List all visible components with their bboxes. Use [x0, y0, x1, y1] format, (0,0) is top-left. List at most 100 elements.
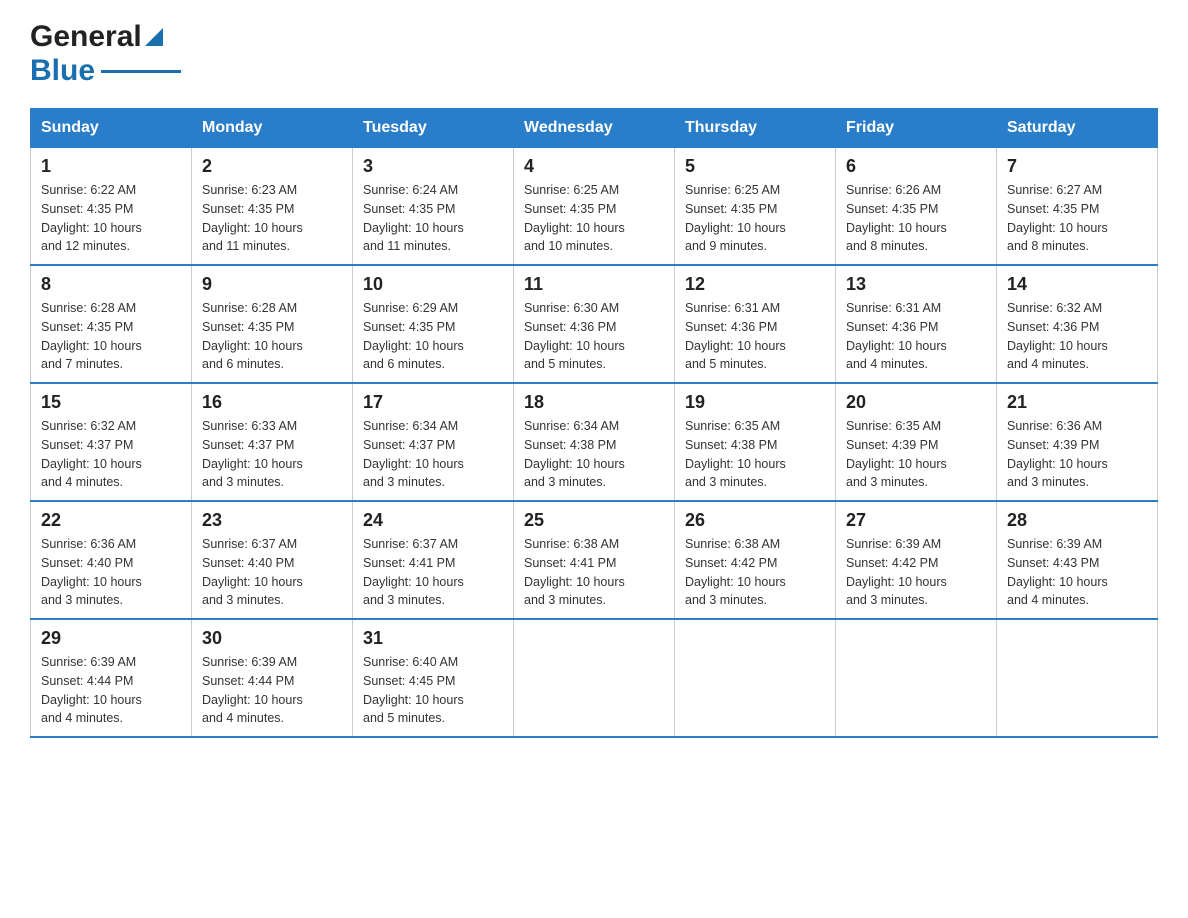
day-info: Sunrise: 6:27 AMSunset: 4:35 PMDaylight:… — [1007, 183, 1108, 253]
calendar-cell: 26 Sunrise: 6:38 AMSunset: 4:42 PMDaylig… — [675, 501, 836, 619]
day-number: 30 — [202, 628, 342, 649]
day-number: 14 — [1007, 274, 1147, 295]
day-number: 5 — [685, 156, 825, 177]
day-number: 11 — [524, 274, 664, 295]
calendar-cell: 28 Sunrise: 6:39 AMSunset: 4:43 PMDaylig… — [997, 501, 1158, 619]
day-info: Sunrise: 6:39 AMSunset: 4:44 PMDaylight:… — [202, 655, 303, 725]
calendar-cell: 6 Sunrise: 6:26 AMSunset: 4:35 PMDayligh… — [836, 148, 997, 266]
calendar-cell: 13 Sunrise: 6:31 AMSunset: 4:36 PMDaylig… — [836, 265, 997, 383]
logo-triangle-icon — [145, 28, 163, 51]
day-info: Sunrise: 6:34 AMSunset: 4:37 PMDaylight:… — [363, 419, 464, 489]
day-info: Sunrise: 6:28 AMSunset: 4:35 PMDaylight:… — [202, 301, 303, 371]
calendar-cell: 11 Sunrise: 6:30 AMSunset: 4:36 PMDaylig… — [514, 265, 675, 383]
day-info: Sunrise: 6:35 AMSunset: 4:38 PMDaylight:… — [685, 419, 786, 489]
calendar-cell: 31 Sunrise: 6:40 AMSunset: 4:45 PMDaylig… — [353, 619, 514, 737]
col-header-friday: Friday — [836, 109, 997, 148]
col-header-tuesday: Tuesday — [353, 109, 514, 148]
calendar-cell: 27 Sunrise: 6:39 AMSunset: 4:42 PMDaylig… — [836, 501, 997, 619]
day-info: Sunrise: 6:32 AMSunset: 4:36 PMDaylight:… — [1007, 301, 1108, 371]
day-info: Sunrise: 6:25 AMSunset: 4:35 PMDaylight:… — [524, 183, 625, 253]
day-info: Sunrise: 6:26 AMSunset: 4:35 PMDaylight:… — [846, 183, 947, 253]
day-info: Sunrise: 6:30 AMSunset: 4:36 PMDaylight:… — [524, 301, 625, 371]
calendar-cell: 1 Sunrise: 6:22 AMSunset: 4:35 PMDayligh… — [31, 148, 192, 266]
calendar-cell — [997, 619, 1158, 737]
logo-blue-text: Blue — [30, 54, 95, 88]
calendar-week-row: 22 Sunrise: 6:36 AMSunset: 4:40 PMDaylig… — [31, 501, 1158, 619]
day-number: 3 — [363, 156, 503, 177]
logo-general-text: General — [30, 20, 142, 54]
calendar-cell: 12 Sunrise: 6:31 AMSunset: 4:36 PMDaylig… — [675, 265, 836, 383]
page-header: General Blue — [30, 20, 1158, 88]
day-info: Sunrise: 6:35 AMSunset: 4:39 PMDaylight:… — [846, 419, 947, 489]
day-number: 13 — [846, 274, 986, 295]
day-number: 10 — [363, 274, 503, 295]
calendar-cell: 18 Sunrise: 6:34 AMSunset: 4:38 PMDaylig… — [514, 383, 675, 501]
day-number: 26 — [685, 510, 825, 531]
calendar-cell: 5 Sunrise: 6:25 AMSunset: 4:35 PMDayligh… — [675, 148, 836, 266]
calendar-week-row: 1 Sunrise: 6:22 AMSunset: 4:35 PMDayligh… — [31, 148, 1158, 266]
calendar-cell: 24 Sunrise: 6:37 AMSunset: 4:41 PMDaylig… — [353, 501, 514, 619]
day-info: Sunrise: 6:31 AMSunset: 4:36 PMDaylight:… — [685, 301, 786, 371]
calendar-cell — [514, 619, 675, 737]
day-info: Sunrise: 6:38 AMSunset: 4:41 PMDaylight:… — [524, 537, 625, 607]
day-info: Sunrise: 6:40 AMSunset: 4:45 PMDaylight:… — [363, 655, 464, 725]
calendar-table: SundayMondayTuesdayWednesdayThursdayFrid… — [30, 108, 1158, 738]
calendar-cell: 19 Sunrise: 6:35 AMSunset: 4:38 PMDaylig… — [675, 383, 836, 501]
day-number: 16 — [202, 392, 342, 413]
day-number: 29 — [41, 628, 181, 649]
calendar-cell: 7 Sunrise: 6:27 AMSunset: 4:35 PMDayligh… — [997, 148, 1158, 266]
col-header-saturday: Saturday — [997, 109, 1158, 148]
calendar-cell: 22 Sunrise: 6:36 AMSunset: 4:40 PMDaylig… — [31, 501, 192, 619]
day-info: Sunrise: 6:37 AMSunset: 4:41 PMDaylight:… — [363, 537, 464, 607]
day-number: 24 — [363, 510, 503, 531]
day-number: 22 — [41, 510, 181, 531]
day-info: Sunrise: 6:32 AMSunset: 4:37 PMDaylight:… — [41, 419, 142, 489]
day-number: 18 — [524, 392, 664, 413]
col-header-thursday: Thursday — [675, 109, 836, 148]
calendar-cell: 15 Sunrise: 6:32 AMSunset: 4:37 PMDaylig… — [31, 383, 192, 501]
calendar-cell: 8 Sunrise: 6:28 AMSunset: 4:35 PMDayligh… — [31, 265, 192, 383]
col-header-sunday: Sunday — [31, 109, 192, 148]
day-number: 1 — [41, 156, 181, 177]
calendar-cell: 3 Sunrise: 6:24 AMSunset: 4:35 PMDayligh… — [353, 148, 514, 266]
day-info: Sunrise: 6:24 AMSunset: 4:35 PMDaylight:… — [363, 183, 464, 253]
calendar-cell: 17 Sunrise: 6:34 AMSunset: 4:37 PMDaylig… — [353, 383, 514, 501]
day-info: Sunrise: 6:36 AMSunset: 4:40 PMDaylight:… — [41, 537, 142, 607]
day-info: Sunrise: 6:36 AMSunset: 4:39 PMDaylight:… — [1007, 419, 1108, 489]
day-number: 28 — [1007, 510, 1147, 531]
day-info: Sunrise: 6:25 AMSunset: 4:35 PMDaylight:… — [685, 183, 786, 253]
day-info: Sunrise: 6:34 AMSunset: 4:38 PMDaylight:… — [524, 419, 625, 489]
day-number: 9 — [202, 274, 342, 295]
day-number: 25 — [524, 510, 664, 531]
calendar-week-row: 29 Sunrise: 6:39 AMSunset: 4:44 PMDaylig… — [31, 619, 1158, 737]
day-info: Sunrise: 6:23 AMSunset: 4:35 PMDaylight:… — [202, 183, 303, 253]
calendar-cell: 25 Sunrise: 6:38 AMSunset: 4:41 PMDaylig… — [514, 501, 675, 619]
day-number: 2 — [202, 156, 342, 177]
calendar-cell: 21 Sunrise: 6:36 AMSunset: 4:39 PMDaylig… — [997, 383, 1158, 501]
calendar-cell: 29 Sunrise: 6:39 AMSunset: 4:44 PMDaylig… — [31, 619, 192, 737]
calendar-cell — [836, 619, 997, 737]
day-number: 8 — [41, 274, 181, 295]
day-info: Sunrise: 6:28 AMSunset: 4:35 PMDaylight:… — [41, 301, 142, 371]
col-header-wednesday: Wednesday — [514, 109, 675, 148]
day-number: 21 — [1007, 392, 1147, 413]
day-info: Sunrise: 6:33 AMSunset: 4:37 PMDaylight:… — [202, 419, 303, 489]
day-info: Sunrise: 6:37 AMSunset: 4:40 PMDaylight:… — [202, 537, 303, 607]
day-number: 6 — [846, 156, 986, 177]
day-info: Sunrise: 6:38 AMSunset: 4:42 PMDaylight:… — [685, 537, 786, 607]
calendar-cell: 23 Sunrise: 6:37 AMSunset: 4:40 PMDaylig… — [192, 501, 353, 619]
day-number: 23 — [202, 510, 342, 531]
col-header-monday: Monday — [192, 109, 353, 148]
logo: General Blue — [30, 20, 181, 88]
day-number: 27 — [846, 510, 986, 531]
calendar-header-row: SundayMondayTuesdayWednesdayThursdayFrid… — [31, 109, 1158, 148]
day-number: 7 — [1007, 156, 1147, 177]
calendar-cell: 9 Sunrise: 6:28 AMSunset: 4:35 PMDayligh… — [192, 265, 353, 383]
calendar-cell: 4 Sunrise: 6:25 AMSunset: 4:35 PMDayligh… — [514, 148, 675, 266]
day-info: Sunrise: 6:22 AMSunset: 4:35 PMDaylight:… — [41, 183, 142, 253]
day-number: 20 — [846, 392, 986, 413]
calendar-cell: 30 Sunrise: 6:39 AMSunset: 4:44 PMDaylig… — [192, 619, 353, 737]
day-info: Sunrise: 6:39 AMSunset: 4:42 PMDaylight:… — [846, 537, 947, 607]
day-number: 4 — [524, 156, 664, 177]
day-info: Sunrise: 6:29 AMSunset: 4:35 PMDaylight:… — [363, 301, 464, 371]
